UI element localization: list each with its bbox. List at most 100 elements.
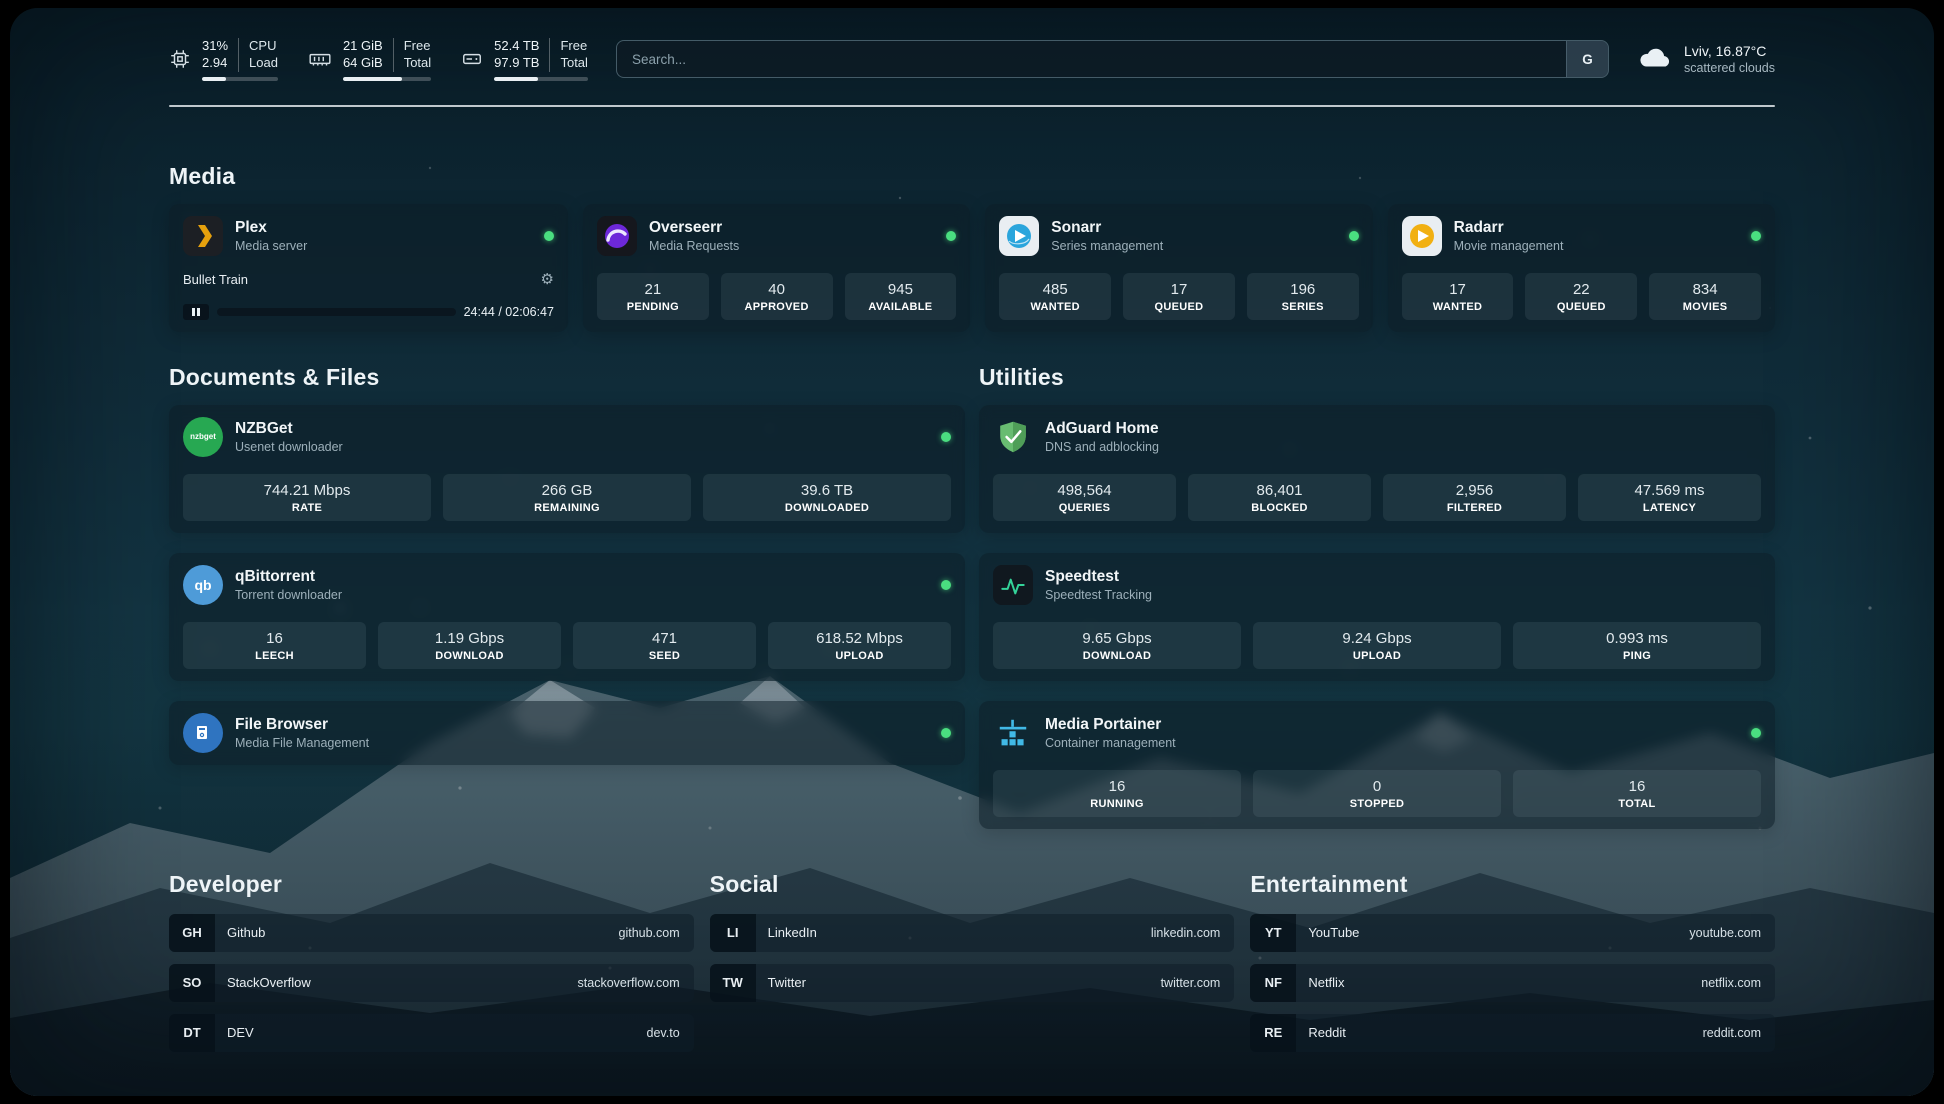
- bookmark-dev[interactable]: DT DEV dev.to: [169, 1014, 694, 1052]
- cloud-icon: [1637, 44, 1673, 75]
- bookmark-url: linkedin.com: [1151, 926, 1220, 940]
- bookmark-abbr: LI: [710, 914, 756, 952]
- stat-download: 1.19 GbpsDOWNLOAD: [378, 622, 561, 669]
- status-dot: [1751, 231, 1761, 241]
- pause-button[interactable]: [183, 304, 209, 320]
- header-divider: [169, 105, 1775, 107]
- bookmark-linkedin[interactable]: LI LinkedIn linkedin.com: [710, 914, 1235, 952]
- app-title: Speedtest: [1045, 568, 1152, 586]
- stat-approved: 40APPROVED: [721, 273, 833, 320]
- bookmark-abbr: TW: [710, 964, 756, 1002]
- app-subtitle: Torrent downloader: [235, 588, 342, 602]
- app-subtitle: Usenet downloader: [235, 440, 343, 454]
- cpu-icon: [169, 48, 191, 70]
- stat-wanted: 17WANTED: [1402, 273, 1514, 320]
- app-card-radarr[interactable]: Radarr Movie management 17WANTED 22QUEUE…: [1388, 204, 1775, 332]
- bookmark-twitter[interactable]: TW Twitter twitter.com: [710, 964, 1235, 1002]
- app-title: Overseerr: [649, 219, 739, 237]
- bookmark-abbr: SO: [169, 964, 215, 1002]
- app-subtitle: Speedtest Tracking: [1045, 588, 1152, 602]
- playback-time: 24:44 / 02:06:47: [464, 305, 554, 319]
- stat-queued: 22QUEUED: [1525, 273, 1637, 320]
- bookmark-abbr: NF: [1250, 964, 1296, 1002]
- app-subtitle: Media File Management: [235, 736, 369, 750]
- section-heading-media: Media: [169, 163, 1775, 190]
- app-card-sonarr[interactable]: Sonarr Series management 485WANTED 17QUE…: [985, 204, 1372, 332]
- bookmark-netflix[interactable]: NF Netflix netflix.com: [1250, 964, 1775, 1002]
- status-dot: [941, 580, 951, 590]
- app-card-portainer[interactable]: Media Portainer Container management 16R…: [979, 701, 1775, 829]
- disk-progress-bar: [494, 77, 588, 81]
- stat-downloaded: 39.6 TBDOWNLOADED: [703, 474, 951, 521]
- gear-icon[interactable]: ⚙: [541, 272, 554, 287]
- app-title: Sonarr: [1051, 219, 1163, 237]
- weather-widget: Lviv, 16.87°C scattered clouds: [1637, 43, 1775, 75]
- bookmark-github[interactable]: GH Github github.com: [169, 914, 694, 952]
- status-dot: [544, 231, 554, 241]
- app-card-speedtest[interactable]: Speedtest Speedtest Tracking 9.65 GbpsDO…: [979, 553, 1775, 681]
- bookmark-reddit[interactable]: RE Reddit reddit.com: [1250, 1014, 1775, 1052]
- app-card-overseerr[interactable]: Overseerr Media Requests 21PENDING 40APP…: [583, 204, 970, 332]
- status-dot: [941, 728, 951, 738]
- documents-column: Documents & Files nzbget NZBGet Usenet d…: [169, 364, 965, 829]
- qbittorrent-icon: qb: [183, 565, 223, 605]
- cpu-label-bottom: Load: [249, 55, 278, 71]
- weather-condition: scattered clouds: [1684, 61, 1775, 75]
- cpu-percent: 31%: [202, 38, 228, 54]
- stat-running: 16RUNNING: [993, 770, 1241, 817]
- stat-leech: 16LEECH: [183, 622, 366, 669]
- stat-available: 945AVAILABLE: [845, 273, 957, 320]
- sonarr-icon: [999, 216, 1039, 256]
- bookmark-name: YouTube: [1308, 925, 1359, 940]
- app-card-plex[interactable]: Plex Media server Bullet Train ⚙ 24:44 /…: [169, 204, 568, 332]
- bookmark-name: DEV: [227, 1025, 254, 1040]
- disk-widget: 52.4 TB 97.9 TB Free Total: [461, 38, 588, 81]
- overseerr-icon: [597, 216, 637, 256]
- stat-pending: 21PENDING: [597, 273, 709, 320]
- app-title: Radarr: [1454, 219, 1564, 237]
- app-title: AdGuard Home: [1045, 420, 1159, 438]
- bookmark-abbr: YT: [1250, 914, 1296, 952]
- app-card-nzbget[interactable]: nzbget NZBGet Usenet downloader 744.21 M…: [169, 405, 965, 533]
- section-heading-entertainment: Entertainment: [1250, 871, 1775, 898]
- dashboard-window: 31% 2.94 CPU Load: [10, 8, 1934, 1096]
- stat-wanted: 485WANTED: [999, 273, 1111, 320]
- bookmark-stackoverflow[interactable]: SO StackOverflow stackoverflow.com: [169, 964, 694, 1002]
- section-heading-documents: Documents & Files: [169, 364, 965, 391]
- plex-icon: [183, 216, 223, 256]
- playback-progress-bar[interactable]: [217, 308, 456, 316]
- disk-total: 97.9 TB: [494, 55, 539, 71]
- stat-stopped: 0STOPPED: [1253, 770, 1501, 817]
- search-engine-button[interactable]: G: [1566, 41, 1608, 77]
- cpu-load: 2.94: [202, 55, 228, 71]
- app-subtitle: Media server: [235, 239, 307, 253]
- search-input[interactable]: [617, 41, 1566, 77]
- stat-queued: 17QUEUED: [1123, 273, 1235, 320]
- app-card-filebrowser[interactable]: File Browser Media File Management: [169, 701, 965, 765]
- developer-bookmarks: Developer GH Github github.com SO StackO…: [169, 871, 694, 1064]
- bookmark-name: StackOverflow: [227, 975, 311, 990]
- bookmark-youtube[interactable]: YT YouTube youtube.com: [1250, 914, 1775, 952]
- bookmark-abbr: GH: [169, 914, 215, 952]
- app-title: qBittorrent: [235, 568, 342, 586]
- weather-location: Lviv, 16.87°C: [1684, 43, 1775, 59]
- portainer-icon: [993, 713, 1033, 753]
- bookmark-url: youtube.com: [1689, 926, 1761, 940]
- app-card-qbittorrent[interactable]: qb qBittorrent Torrent downloader 16LEEC…: [169, 553, 965, 681]
- ram-label-bottom: Total: [404, 55, 431, 71]
- cpu-label-top: CPU: [249, 38, 278, 54]
- bookmark-name: Twitter: [768, 975, 806, 990]
- disk-free: 52.4 TB: [494, 38, 539, 54]
- bookmark-abbr: DT: [169, 1014, 215, 1052]
- cpu-progress-bar: [202, 77, 278, 81]
- stat-rate: 744.21 MbpsRATE: [183, 474, 431, 521]
- bookmark-url: github.com: [619, 926, 680, 940]
- app-card-adguard[interactable]: AdGuard Home DNS and adblocking 498,564Q…: [979, 405, 1775, 533]
- status-dot: [1751, 728, 1761, 738]
- social-bookmarks: Social LI LinkedIn linkedin.com TW Twitt…: [710, 871, 1235, 1064]
- media-cards-row: Plex Media server Bullet Train ⚙ 24:44 /…: [169, 204, 1775, 332]
- bookmark-url: twitter.com: [1161, 976, 1221, 990]
- ram-widget: 21 GiB 64 GiB Free Total: [308, 38, 431, 81]
- app-title: NZBGet: [235, 420, 343, 438]
- app-subtitle: Container management: [1045, 736, 1176, 750]
